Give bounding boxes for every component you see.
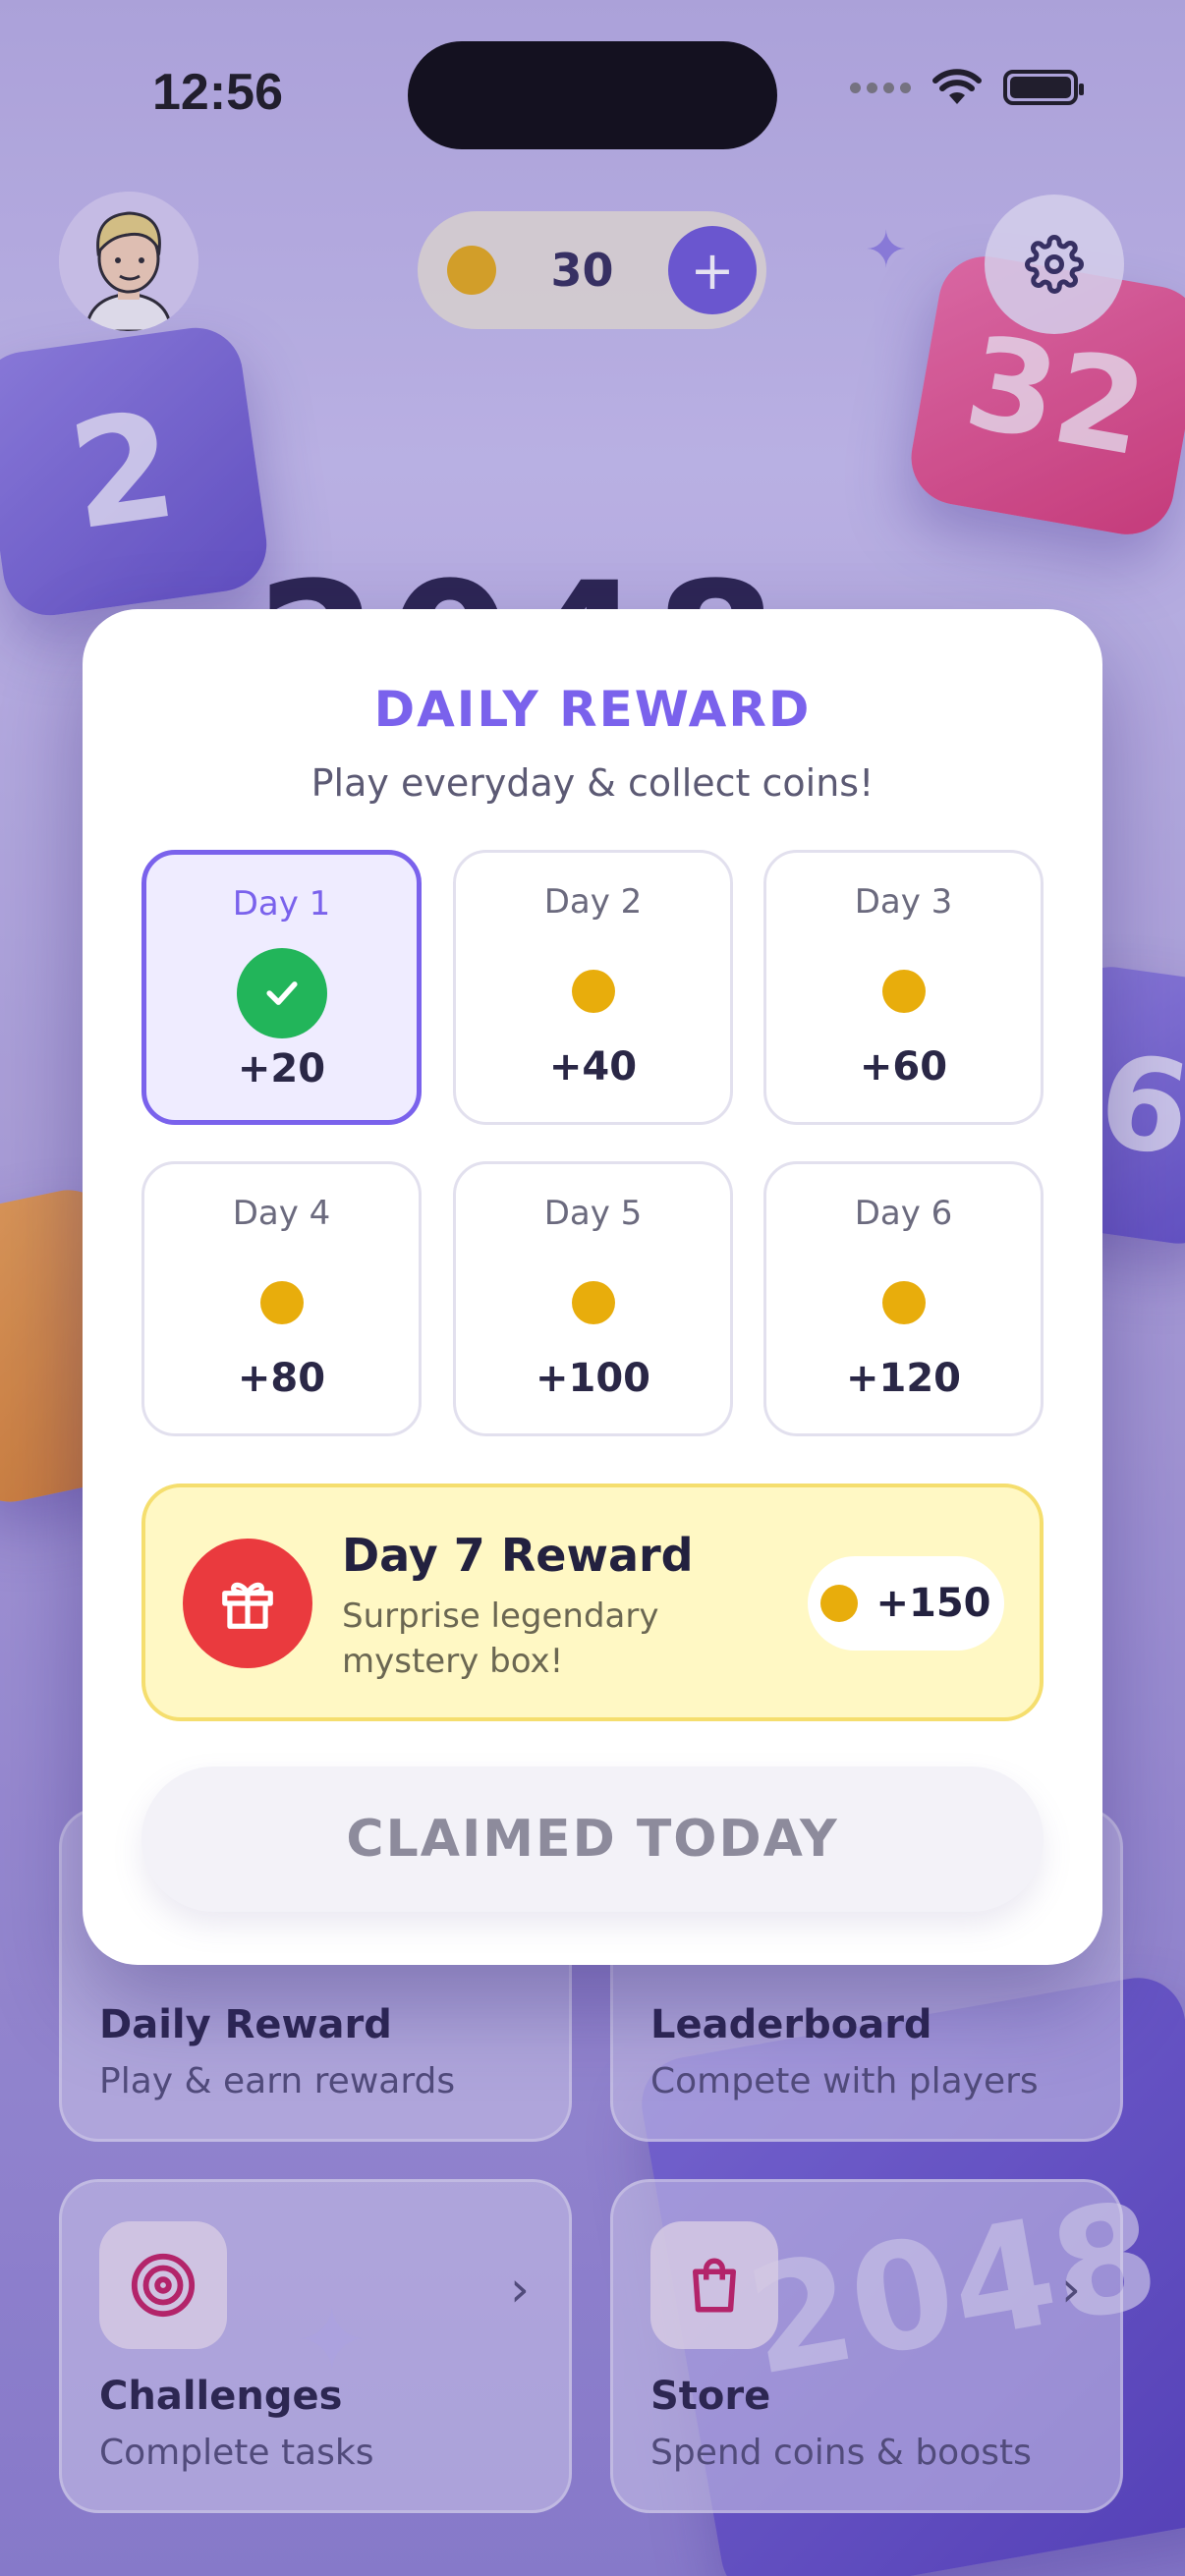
day-card-4[interactable]: Day 4 +80	[141, 1161, 422, 1436]
day-7-reward-card[interactable]: Day 7 Reward Surprise legendary mystery …	[141, 1484, 1044, 1721]
bonus-title: Day 7 Reward	[342, 1529, 694, 1582]
day-status	[859, 1258, 949, 1348]
day-card-2[interactable]: Day 2 +40	[453, 850, 733, 1125]
gift-icon	[183, 1539, 312, 1668]
day-label: Day 3	[854, 882, 953, 922]
day-label: Day 6	[854, 1194, 953, 1233]
coin-icon	[571, 970, 615, 1013]
day-status	[237, 1258, 327, 1348]
modal-subtitle: Play everyday & collect coins!	[310, 761, 875, 805]
coin-icon	[259, 1281, 304, 1324]
day-status	[859, 946, 949, 1036]
day-label: Day 2	[543, 882, 643, 922]
day-amount: +60	[859, 1044, 948, 1090]
modal-title: DAILY REWARD	[373, 681, 812, 738]
bonus-amount-pill: +150	[808, 1556, 1004, 1651]
day-amount: +120	[845, 1356, 961, 1401]
day-card-6[interactable]: Day 6 +120	[763, 1161, 1044, 1436]
day-amount: +80	[237, 1356, 326, 1401]
day-amount: +100	[535, 1356, 650, 1401]
bonus-subtitle: Surprise legendary mystery box!	[342, 1596, 659, 1681]
day-card-1[interactable]: Day 1 +20	[141, 850, 422, 1125]
day-status	[548, 1258, 639, 1348]
day-amount: +20	[237, 1046, 326, 1092]
day-label: Day 4	[232, 1194, 331, 1233]
coin-icon	[881, 970, 926, 1013]
day-label: Day 5	[543, 1194, 643, 1233]
coin-icon	[881, 1281, 926, 1324]
day-status	[236, 948, 327, 1038]
day-status	[548, 946, 639, 1036]
day-amount: +40	[548, 1044, 638, 1090]
claimed-today-button[interactable]: CLAIMED TODAY	[141, 1766, 1044, 1912]
day-card-3[interactable]: Day 3 +60	[763, 850, 1044, 1125]
coin-icon	[820, 1585, 859, 1622]
day-label: Day 1	[232, 884, 331, 924]
bonus-amount: +150	[875, 1581, 991, 1626]
daily-reward-modal: DAILY REWARD Play everyday & collect coi…	[83, 609, 1102, 1965]
check-icon	[236, 948, 327, 1038]
day-card-5[interactable]: Day 5 +100	[453, 1161, 733, 1436]
coin-icon	[571, 1281, 615, 1324]
